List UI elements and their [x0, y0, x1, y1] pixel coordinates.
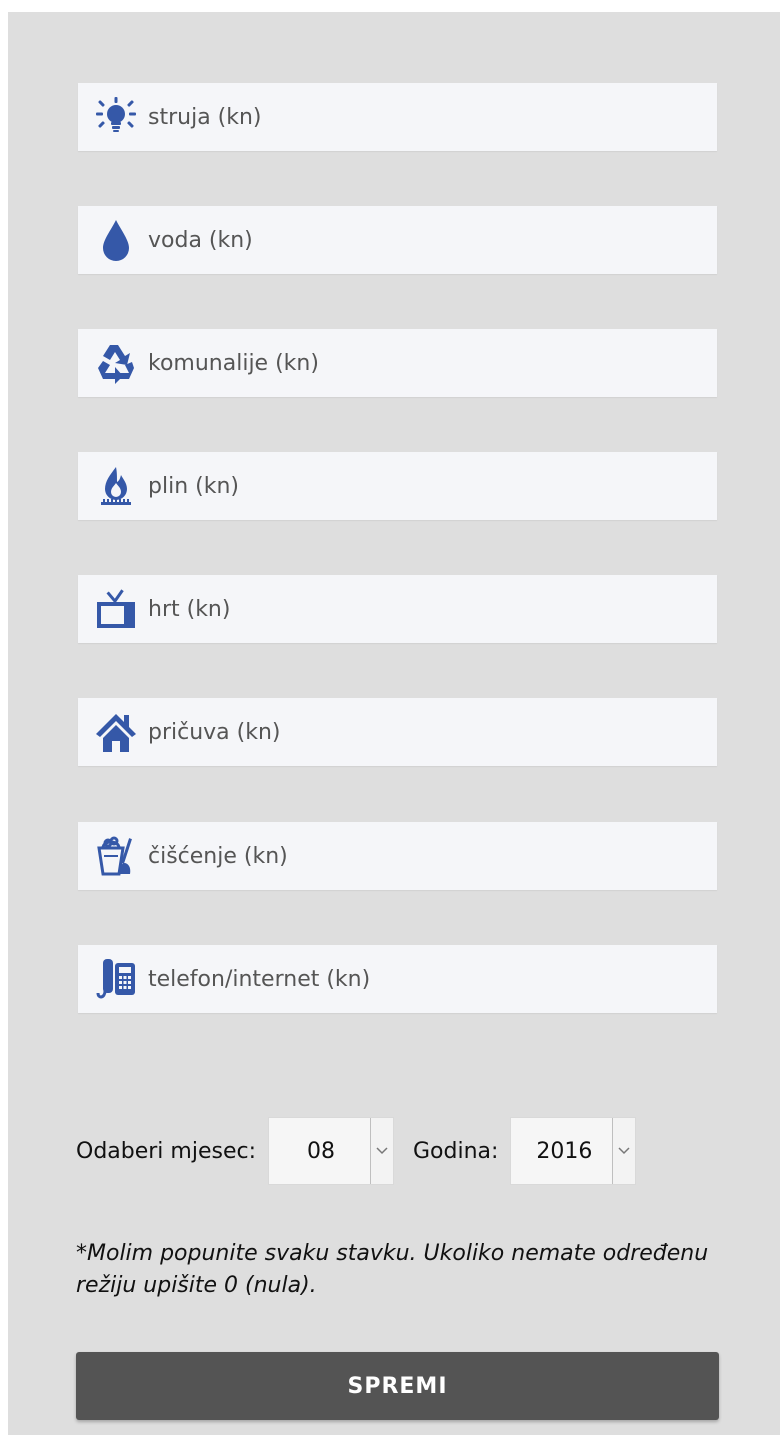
cleaning-input[interactable]	[148, 826, 668, 886]
tv-fee-input[interactable]	[148, 579, 668, 639]
month-select[interactable]: 08	[268, 1117, 394, 1185]
communal-fees-input[interactable]	[148, 333, 668, 393]
month-label: Odaberi mjesec:	[76, 1138, 256, 1164]
month-value: 08	[307, 1138, 335, 1164]
reserve-fund-input[interactable]	[148, 702, 668, 762]
reserve-field-row	[78, 698, 717, 766]
gas-flame-icon	[94, 464, 138, 508]
phone-field-row	[78, 945, 717, 1013]
tv-icon	[94, 587, 138, 631]
chevron-down-icon[interactable]	[370, 1118, 393, 1184]
phone-icon	[94, 957, 138, 1001]
recycle-icon	[94, 341, 138, 385]
date-select-row: Odaberi mjesec: 08 Godina: 2016	[76, 1117, 637, 1185]
phone-internet-input[interactable]	[148, 949, 668, 1009]
water-drop-icon	[94, 218, 138, 262]
year-select[interactable]: 2016	[510, 1117, 637, 1185]
gas-field-row	[78, 452, 717, 520]
water-field-row	[78, 206, 717, 274]
year-label: Godina:	[413, 1138, 499, 1164]
electricity-input[interactable]	[148, 87, 668, 147]
cleaning-bucket-icon	[94, 834, 138, 878]
instruction-note: *Molim popunite svaku stavku. Ukoliko ne…	[76, 1241, 709, 1298]
save-button[interactable]: SPREMI	[76, 1352, 719, 1420]
house-icon	[94, 710, 138, 754]
chevron-down-icon[interactable]	[612, 1118, 636, 1184]
year-value: 2016	[536, 1138, 593, 1164]
tv-fee-field-row	[78, 575, 717, 643]
gas-input[interactable]	[148, 456, 668, 516]
cleaning-field-row	[78, 822, 717, 890]
electricity-field-row	[78, 83, 717, 151]
utilities-field-row	[78, 329, 717, 397]
lightbulb-icon	[94, 95, 138, 139]
water-input[interactable]	[148, 210, 668, 270]
